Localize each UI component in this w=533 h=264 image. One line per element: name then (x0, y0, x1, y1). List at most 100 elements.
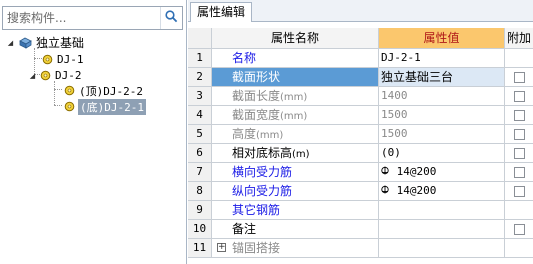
property-name-text: 相对底标高 (232, 146, 293, 160)
foundation-type-icon (18, 36, 33, 50)
attach-checkbox[interactable] (513, 128, 525, 140)
property-unit: (mm) (280, 111, 308, 122)
table-row[interactable]: 3 截面长度(mm) 1400 (188, 87, 533, 106)
attach-cell (505, 239, 533, 257)
tree-node-dj-2-2-top[interactable]: (顶)DJ-2-2 (64, 82, 143, 99)
row-number: 7 (188, 163, 212, 181)
expand-plus-icon[interactable]: + (217, 243, 226, 252)
attach-checkbox[interactable] (513, 185, 525, 197)
attach-checkbox[interactable] (513, 90, 525, 102)
property-name-text: 锚固搭接 (232, 241, 281, 255)
property-unit: (mm) (256, 130, 284, 141)
tree-connector (54, 89, 62, 90)
row-number: 4 (188, 106, 212, 124)
property-value[interactable] (379, 201, 505, 219)
attach-checkbox[interactable] (513, 223, 525, 235)
attach-checkbox[interactable] (513, 109, 525, 121)
tree-connector (54, 105, 62, 106)
table-row[interactable]: 10 备注 (188, 220, 533, 239)
table-row-selected[interactable]: 2 截面形状 独立基础三台 (188, 68, 533, 87)
property-value[interactable]: 1500 (379, 125, 505, 143)
table-row[interactable]: 5 高度(mm) 1500 (188, 125, 533, 144)
table-row[interactable]: 6 相对底标高(m) (0) (188, 144, 533, 163)
property-name: 备注 (212, 220, 379, 238)
table-row[interactable]: 7 横向受力筋 14@200 (188, 163, 533, 182)
property-name: + 锚固搭接 (212, 239, 379, 257)
tree-node-label: (顶)DJ-2-2 (79, 84, 143, 98)
search-button[interactable] (160, 7, 182, 29)
tree-node-independent-foundation[interactable]: ◢ 独立基础 (6, 34, 84, 51)
attach-cell (505, 201, 533, 219)
tree-connector (54, 81, 55, 105)
property-value-text: 14@200 (390, 184, 437, 197)
property-value[interactable]: 1500 (379, 106, 505, 124)
attach-cell (505, 220, 533, 238)
attach-cell (505, 163, 533, 181)
property-name: 截面宽度(mm) (212, 106, 379, 124)
attach-cell (505, 125, 533, 143)
table-row[interactable]: 1 名称 DJ-2-1 (188, 49, 533, 68)
property-value[interactable]: 14@200 (379, 182, 505, 200)
property-name-text: 截面长度 (232, 89, 281, 103)
property-name: 其它钢筋 (212, 201, 379, 219)
collapse-arrow-icon[interactable]: ◢ (6, 38, 15, 47)
table-row[interactable]: 9 其它钢筋 (188, 201, 533, 220)
property-value[interactable]: DJ-2-1 (379, 49, 505, 67)
table-row[interactable]: 4 截面宽度(mm) 1500 (188, 106, 533, 125)
property-unit: (mm) (280, 92, 308, 103)
collapse-arrow-icon[interactable]: ◢ (28, 71, 37, 80)
property-name: 截面形状 (212, 68, 379, 86)
header-row-number (188, 28, 212, 48)
tree-node-dj-2-1-bottom[interactable]: (底)DJ-2-1 (64, 98, 146, 115)
property-value-text: 14@200 (390, 165, 437, 178)
attach-checkbox[interactable] (513, 147, 525, 159)
row-number: 6 (188, 144, 212, 162)
attach-checkbox[interactable] (513, 71, 525, 83)
property-value[interactable]: (0) (379, 144, 505, 162)
property-name: 截面长度(mm) (212, 87, 379, 105)
header-property-value[interactable]: 属性值 (379, 28, 505, 48)
row-number: 3 (188, 87, 212, 105)
attach-cell (505, 87, 533, 105)
component-tree-panel: ◢ 独立基础 DJ-1 ◢ DJ-2 (顶)DJ-2-2 (0, 0, 187, 264)
header-property-name[interactable]: 属性名称 (212, 28, 379, 48)
gear-icon (64, 101, 75, 112)
property-value[interactable]: 1400 (379, 87, 505, 105)
property-value[interactable] (379, 220, 505, 238)
table-row[interactable]: 11 + 锚固搭接 (188, 239, 533, 258)
row-number: 10 (188, 220, 212, 238)
tree-connector (34, 58, 42, 59)
property-name: 横向受力筋 (212, 163, 379, 181)
property-name-text: 截面宽度 (232, 108, 281, 122)
rebar-grade-icon (381, 163, 389, 181)
rebar-grade-icon (381, 182, 389, 200)
row-number: 2 (188, 68, 212, 86)
property-name-text: 高度 (232, 127, 257, 141)
tree-node-dj-1[interactable]: DJ-1 (42, 51, 84, 68)
header-attach[interactable]: 附加 (505, 28, 533, 48)
row-number: 11 (188, 239, 212, 257)
attach-cell (505, 49, 533, 67)
tree-node-label: DJ-2 (55, 69, 82, 82)
row-number: 8 (188, 182, 212, 200)
search-box (2, 6, 183, 30)
gear-icon (64, 85, 75, 96)
property-value[interactable]: 独立基础三台 (379, 68, 505, 86)
search-input[interactable] (3, 7, 159, 29)
property-value[interactable]: 14@200 (379, 163, 505, 181)
property-name: 名称 (212, 49, 379, 67)
property-name: 高度(mm) (212, 125, 379, 143)
attach-cell (505, 68, 533, 86)
row-number: 1 (188, 49, 212, 67)
row-number: 9 (188, 201, 212, 219)
property-unit: (m) (292, 149, 310, 160)
property-value[interactable] (379, 239, 505, 257)
property-grid-header: 属性名称 属性值 附加 (188, 28, 533, 49)
tab-property-edit[interactable]: 属性编辑 (190, 2, 253, 22)
attach-cell (505, 144, 533, 162)
tree-node-label: 独立基础 (36, 36, 85, 50)
table-row[interactable]: 8 纵向受力筋 14@200 (188, 182, 533, 201)
attach-checkbox[interactable] (513, 166, 525, 178)
tree-node-label-selected: (底)DJ-2-1 (78, 98, 146, 115)
attach-cell (505, 106, 533, 124)
